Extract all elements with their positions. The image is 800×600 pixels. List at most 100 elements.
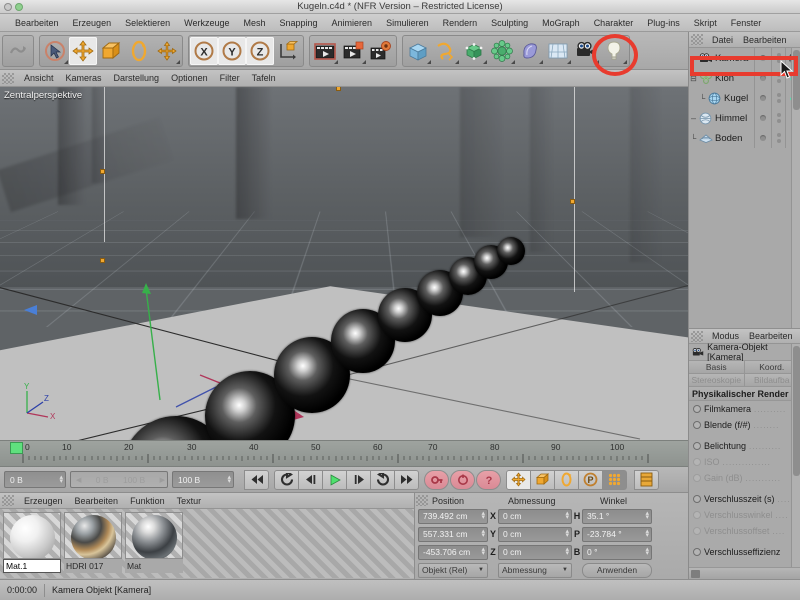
object-row-klon[interactable]: ⊟ Klon bbox=[689, 68, 800, 88]
menu-item-werkzeuge[interactable]: Werkzeuge bbox=[177, 14, 236, 32]
visible-editor-dot-icon[interactable] bbox=[776, 53, 781, 57]
tool-expand-corner-10-icon[interactable] bbox=[567, 59, 571, 64]
coordinates-panel-gripper-icon[interactable] bbox=[416, 495, 428, 506]
light-object-icon[interactable] bbox=[600, 37, 628, 65]
render-view-icon[interactable] bbox=[311, 37, 339, 65]
menu-item-sculpting[interactable]: Sculpting bbox=[484, 14, 535, 32]
material-item-hdri017[interactable]: HDRI 017 bbox=[64, 512, 122, 574]
material-menu-bearbeiten[interactable]: Bearbeiten bbox=[69, 496, 125, 506]
size-y-stepper-icon[interactable]: ▴ ▾ bbox=[565, 528, 569, 539]
property-row-verschlusszeit[interactable]: Verschlusszeit (s) .... bbox=[689, 491, 800, 507]
scene-environment-icon[interactable] bbox=[516, 37, 544, 65]
tool-expand-corner-9-icon[interactable] bbox=[539, 59, 543, 64]
tree-expand-icon[interactable]: ⊟ bbox=[689, 74, 698, 83]
visible-render-dot-icon[interactable] bbox=[776, 119, 781, 123]
object-row-boden[interactable]: └ Boden bbox=[689, 128, 800, 148]
tool-expand-corner-icon[interactable] bbox=[64, 59, 68, 64]
lock-y-axis-icon[interactable]: Y bbox=[218, 36, 246, 65]
nurbs-generator-icon[interactable] bbox=[460, 37, 488, 65]
attribute-manager-hscroll[interactable] bbox=[689, 567, 800, 579]
spline-pen-icon[interactable] bbox=[432, 37, 460, 65]
keyframe-selection-icon[interactable]: ? bbox=[476, 469, 501, 490]
object-menu-bearbeiten[interactable]: Bearbeiten bbox=[738, 35, 792, 45]
position-z-stepper-icon[interactable]: ▴ ▾ bbox=[481, 546, 485, 557]
attribute-menu-modus[interactable]: Modus bbox=[707, 331, 744, 341]
tool-expand-corner-11-icon[interactable] bbox=[595, 59, 599, 64]
viewport-menu-tafeln[interactable]: Tafeln bbox=[246, 73, 282, 83]
visible-editor-dot-icon[interactable] bbox=[776, 133, 781, 137]
verschlusszeit-checkbox[interactable] bbox=[693, 495, 701, 503]
lock-z-axis-icon[interactable]: Z bbox=[246, 36, 274, 65]
angle-b-stepper-icon[interactable]: ▴ ▾ bbox=[645, 546, 649, 557]
cube-primitive-icon[interactable] bbox=[404, 37, 432, 65]
position-x-field[interactable]: 739.492 cm ▴ ▾ bbox=[418, 508, 488, 524]
visibility-dot-icon[interactable] bbox=[760, 75, 766, 81]
visible-render-dot-icon[interactable] bbox=[776, 99, 781, 103]
object-toggle-column[interactable] bbox=[772, 108, 786, 128]
menu-item-bearbeiten[interactable]: Bearbeiten bbox=[8, 14, 66, 32]
menu-item-fenster[interactable]: Fenster bbox=[724, 14, 769, 32]
material-name-label[interactable]: Mat bbox=[125, 559, 183, 573]
object-row-himmel[interactable]: – Himmel bbox=[689, 108, 800, 128]
sky-object-icon[interactable] bbox=[698, 111, 713, 125]
object-visibility-column[interactable] bbox=[755, 108, 772, 128]
range-left-arrow-icon[interactable]: ◀ bbox=[76, 476, 81, 484]
viewport-3d[interactable]: Y Z X Zentralperspektive bbox=[0, 87, 688, 440]
position-y-field[interactable]: 557.331 cm ▴ ▾ bbox=[418, 526, 488, 542]
current-frame-marker[interactable] bbox=[10, 442, 23, 454]
menu-item-simulieren[interactable]: Simulieren bbox=[379, 14, 436, 32]
viewport-menu-ansicht[interactable]: Ansicht bbox=[18, 73, 60, 83]
render-settings-icon[interactable] bbox=[367, 37, 395, 65]
angle-h-field[interactable]: 35.1 ° ▴ ▾ bbox=[582, 508, 652, 524]
apply-button[interactable]: Anwenden bbox=[582, 562, 652, 578]
material-name-label[interactable]: HDRI 017 bbox=[64, 559, 122, 573]
start-frame-field[interactable]: 0 B ▴ ▾ bbox=[4, 471, 66, 488]
render-to-picture-viewer-icon[interactable] bbox=[339, 37, 367, 65]
tool-expand-corner-3-icon[interactable] bbox=[334, 59, 338, 64]
material-menu-textur[interactable]: Textur bbox=[171, 496, 208, 506]
menu-item-snapping[interactable]: Snapping bbox=[272, 14, 324, 32]
menu-item-charakter[interactable]: Charakter bbox=[587, 14, 641, 32]
position-z-field[interactable]: -453.706 cm ▴ ▾ bbox=[418, 544, 488, 560]
sphere-object-icon[interactable] bbox=[707, 91, 722, 105]
camera-object-icon[interactable] bbox=[572, 37, 600, 65]
tool-expand-corner-2-icon[interactable] bbox=[176, 59, 180, 64]
floor-object-icon[interactable] bbox=[698, 131, 713, 145]
object-scrollbar-thumb[interactable] bbox=[793, 50, 800, 110]
viewport-menu-darstellung[interactable]: Darstellung bbox=[108, 73, 166, 83]
key-position-icon[interactable] bbox=[506, 469, 531, 490]
size-x-stepper-icon[interactable]: ▴ ▾ bbox=[565, 510, 569, 521]
viewport-menu-optionen[interactable]: Optionen bbox=[165, 73, 214, 83]
attribute-panel-gripper-icon[interactable] bbox=[691, 330, 703, 342]
mograph-cloner-icon[interactable] bbox=[698, 71, 713, 85]
go-to-end-icon[interactable] bbox=[394, 469, 419, 490]
menu-item-animieren[interactable]: Animieren bbox=[325, 14, 380, 32]
menu-item-erzeugen[interactable]: Erzeugen bbox=[66, 14, 119, 32]
scale-tool-icon[interactable] bbox=[97, 37, 125, 65]
attribute-tabs-row-2[interactable]: Stereoskopie Bildaufba bbox=[689, 374, 800, 387]
material-panel-gripper-icon[interactable] bbox=[2, 495, 14, 506]
property-row-blende[interactable]: Blende (f/#) ........ bbox=[689, 417, 800, 433]
rotate-tool-icon[interactable] bbox=[125, 37, 153, 65]
attribute-menu-bearbeiten[interactable]: Bearbeiten bbox=[744, 331, 798, 341]
belichtung-checkbox[interactable] bbox=[693, 442, 701, 450]
menu-item-skript[interactable]: Skript bbox=[687, 14, 724, 32]
record-key-icon[interactable] bbox=[424, 469, 449, 490]
tool-expand-corner-12-icon[interactable] bbox=[623, 59, 627, 64]
tool-expand-corner-6-icon[interactable] bbox=[455, 59, 459, 64]
hscroll-left-arrow-icon[interactable] bbox=[691, 569, 700, 578]
sphere-clone-9[interactable] bbox=[497, 237, 525, 265]
attribute-tabs-row-1[interactable]: Basis Koord. bbox=[689, 361, 800, 374]
size-y-field[interactable]: 0 cm ▴ ▾ bbox=[498, 526, 572, 542]
angle-p-field[interactable]: -23.784 ° ▴ ▾ bbox=[582, 526, 652, 542]
object-visibility-column[interactable] bbox=[755, 128, 772, 148]
live-selection-icon[interactable] bbox=[41, 37, 69, 65]
menu-item-selektieren[interactable]: Selektieren bbox=[118, 14, 177, 32]
visibility-dot-icon[interactable] bbox=[760, 135, 766, 141]
key-pla-icon[interactable] bbox=[602, 469, 627, 490]
tool-expand-corner-7-icon[interactable] bbox=[483, 59, 487, 64]
size-z-field[interactable]: 0 cm ▴ ▾ bbox=[498, 544, 572, 560]
object-toggle-column[interactable] bbox=[772, 48, 786, 68]
main-menu-bar[interactable]: Bearbeiten Erzeugen Selektieren Werkzeug… bbox=[0, 14, 800, 32]
visible-editor-dot-icon[interactable] bbox=[776, 73, 781, 77]
